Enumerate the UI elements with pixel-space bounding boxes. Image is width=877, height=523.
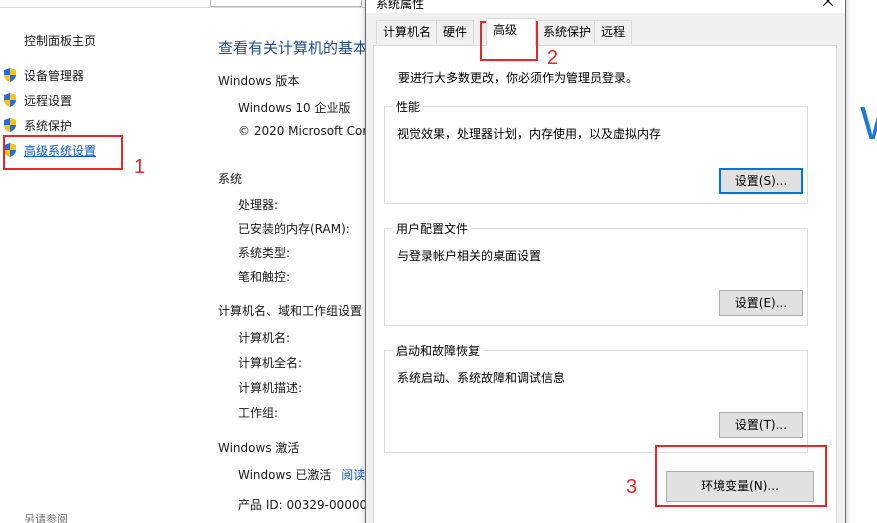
startup-recovery-description: 系统启动、系统故障和调试信息 xyxy=(397,371,566,385)
tab-remote[interactable]: 远程 xyxy=(594,20,633,44)
pen-touch-label: 笔和触控: xyxy=(238,270,291,284)
activation-status-text: Windows 已激活 xyxy=(238,468,332,482)
annotation-number-step1: 1 xyxy=(134,156,146,178)
nav-item-label: 系统保护 xyxy=(24,118,73,133)
activation-heading: Windows 激活 xyxy=(218,441,300,455)
admin-note: 要进行大多数更改，你必须作为管理员登录。 xyxy=(398,71,639,85)
nav-item-label: 设备管理器 xyxy=(24,68,85,83)
nav-item-label: 远程设置 xyxy=(24,93,73,108)
user-profiles-settings-button[interactable]: 设置(E)... xyxy=(719,290,803,316)
screen: 控制面板主页 设备管理器 远程设置 系统保护 高级系统设置 另请参阅 1 查看有… xyxy=(0,0,877,523)
tab-advanced[interactable]: 高级 xyxy=(486,18,536,46)
annotation-number-step2: 2 xyxy=(547,47,559,69)
tab-computer-name[interactable]: 计算机名 xyxy=(376,20,439,44)
nav-item-device-manager[interactable]: 设备管理器 xyxy=(2,65,84,85)
control-panel-home-link[interactable]: 控制面板主页 xyxy=(24,32,96,49)
system-heading: 系统 xyxy=(218,172,243,186)
computer-full-name-label: 计算机全名: xyxy=(238,356,303,370)
dialog-titlebar[interactable]: 系统属性 xyxy=(366,0,845,13)
windows-edition-heading: Windows 版本 xyxy=(218,74,300,88)
annotation-box-step3 xyxy=(655,445,827,507)
user-profiles-description: 与登录帐户相关的桌面设置 xyxy=(397,249,542,263)
page-title: 查看有关计算机的基本 xyxy=(218,39,369,57)
computer-description-label: 计算机描述: xyxy=(238,381,303,395)
performance-group: 性能 视觉效果，处理器计划，内存使用，以及虚拟内存 设置(S)... xyxy=(384,98,808,204)
performance-legend: 性能 xyxy=(393,98,424,115)
close-icon[interactable] xyxy=(820,0,836,9)
nav-item-remote-settings[interactable]: 远程设置 xyxy=(2,90,72,110)
read-link[interactable]: 阅读 xyxy=(341,468,365,482)
startup-recovery-legend: 启动和故障恢复 xyxy=(393,342,484,359)
annotation-number-step3: 3 xyxy=(626,476,638,498)
shield-icon xyxy=(4,118,16,132)
user-profiles-group: 用户配置文件 与登录帐户相关的桌面设置 设置(E)... xyxy=(384,220,808,326)
nav-item-system-protection[interactable]: 系统保护 xyxy=(2,115,72,135)
performance-description: 视觉效果，处理器计划，内存使用，以及虚拟内存 xyxy=(397,127,662,141)
tab-hardware[interactable]: 硬件 xyxy=(436,20,475,44)
user-profiles-legend: 用户配置文件 xyxy=(393,220,472,237)
system-type-label: 系统类型: xyxy=(238,246,291,260)
performance-settings-button[interactable]: 设置(S)... xyxy=(719,168,803,194)
see-also-heading: 另请参阅 xyxy=(24,513,68,523)
product-id: 产品 ID: 00329-00000- xyxy=(238,498,372,512)
startup-recovery-settings-button[interactable]: 设置(T)... xyxy=(719,412,803,438)
computer-name-heading: 计算机名、域和工作组设置 xyxy=(218,304,363,318)
dialog-title: 系统属性 xyxy=(376,0,425,11)
shield-icon xyxy=(4,93,16,107)
processor-label: 处理器: xyxy=(238,198,279,212)
workgroup-label: 工作组: xyxy=(238,406,279,420)
annotation-box-step1 xyxy=(3,135,123,170)
startup-recovery-group: 启动和故障恢复 系统启动、系统故障和调试信息 设置(T)... xyxy=(384,342,808,453)
copyright-text: © 2020 Microsoft Cor xyxy=(238,124,368,138)
shield-icon xyxy=(4,68,16,82)
left-nav: 控制面板主页 设备管理器 远程设置 系统保护 高级系统设置 另请参阅 xyxy=(0,0,205,523)
windows-edition-value: Windows 10 企业版 xyxy=(238,101,351,115)
windows-logo-letter: W xyxy=(860,96,877,150)
computer-name-label: 计算机名: xyxy=(238,331,291,345)
ram-label: 已安装的内存(RAM): xyxy=(238,222,350,236)
activation-status: Windows 已激活 阅读 xyxy=(238,466,365,483)
tab-system-protection[interactable]: 系统保护 xyxy=(536,20,599,44)
